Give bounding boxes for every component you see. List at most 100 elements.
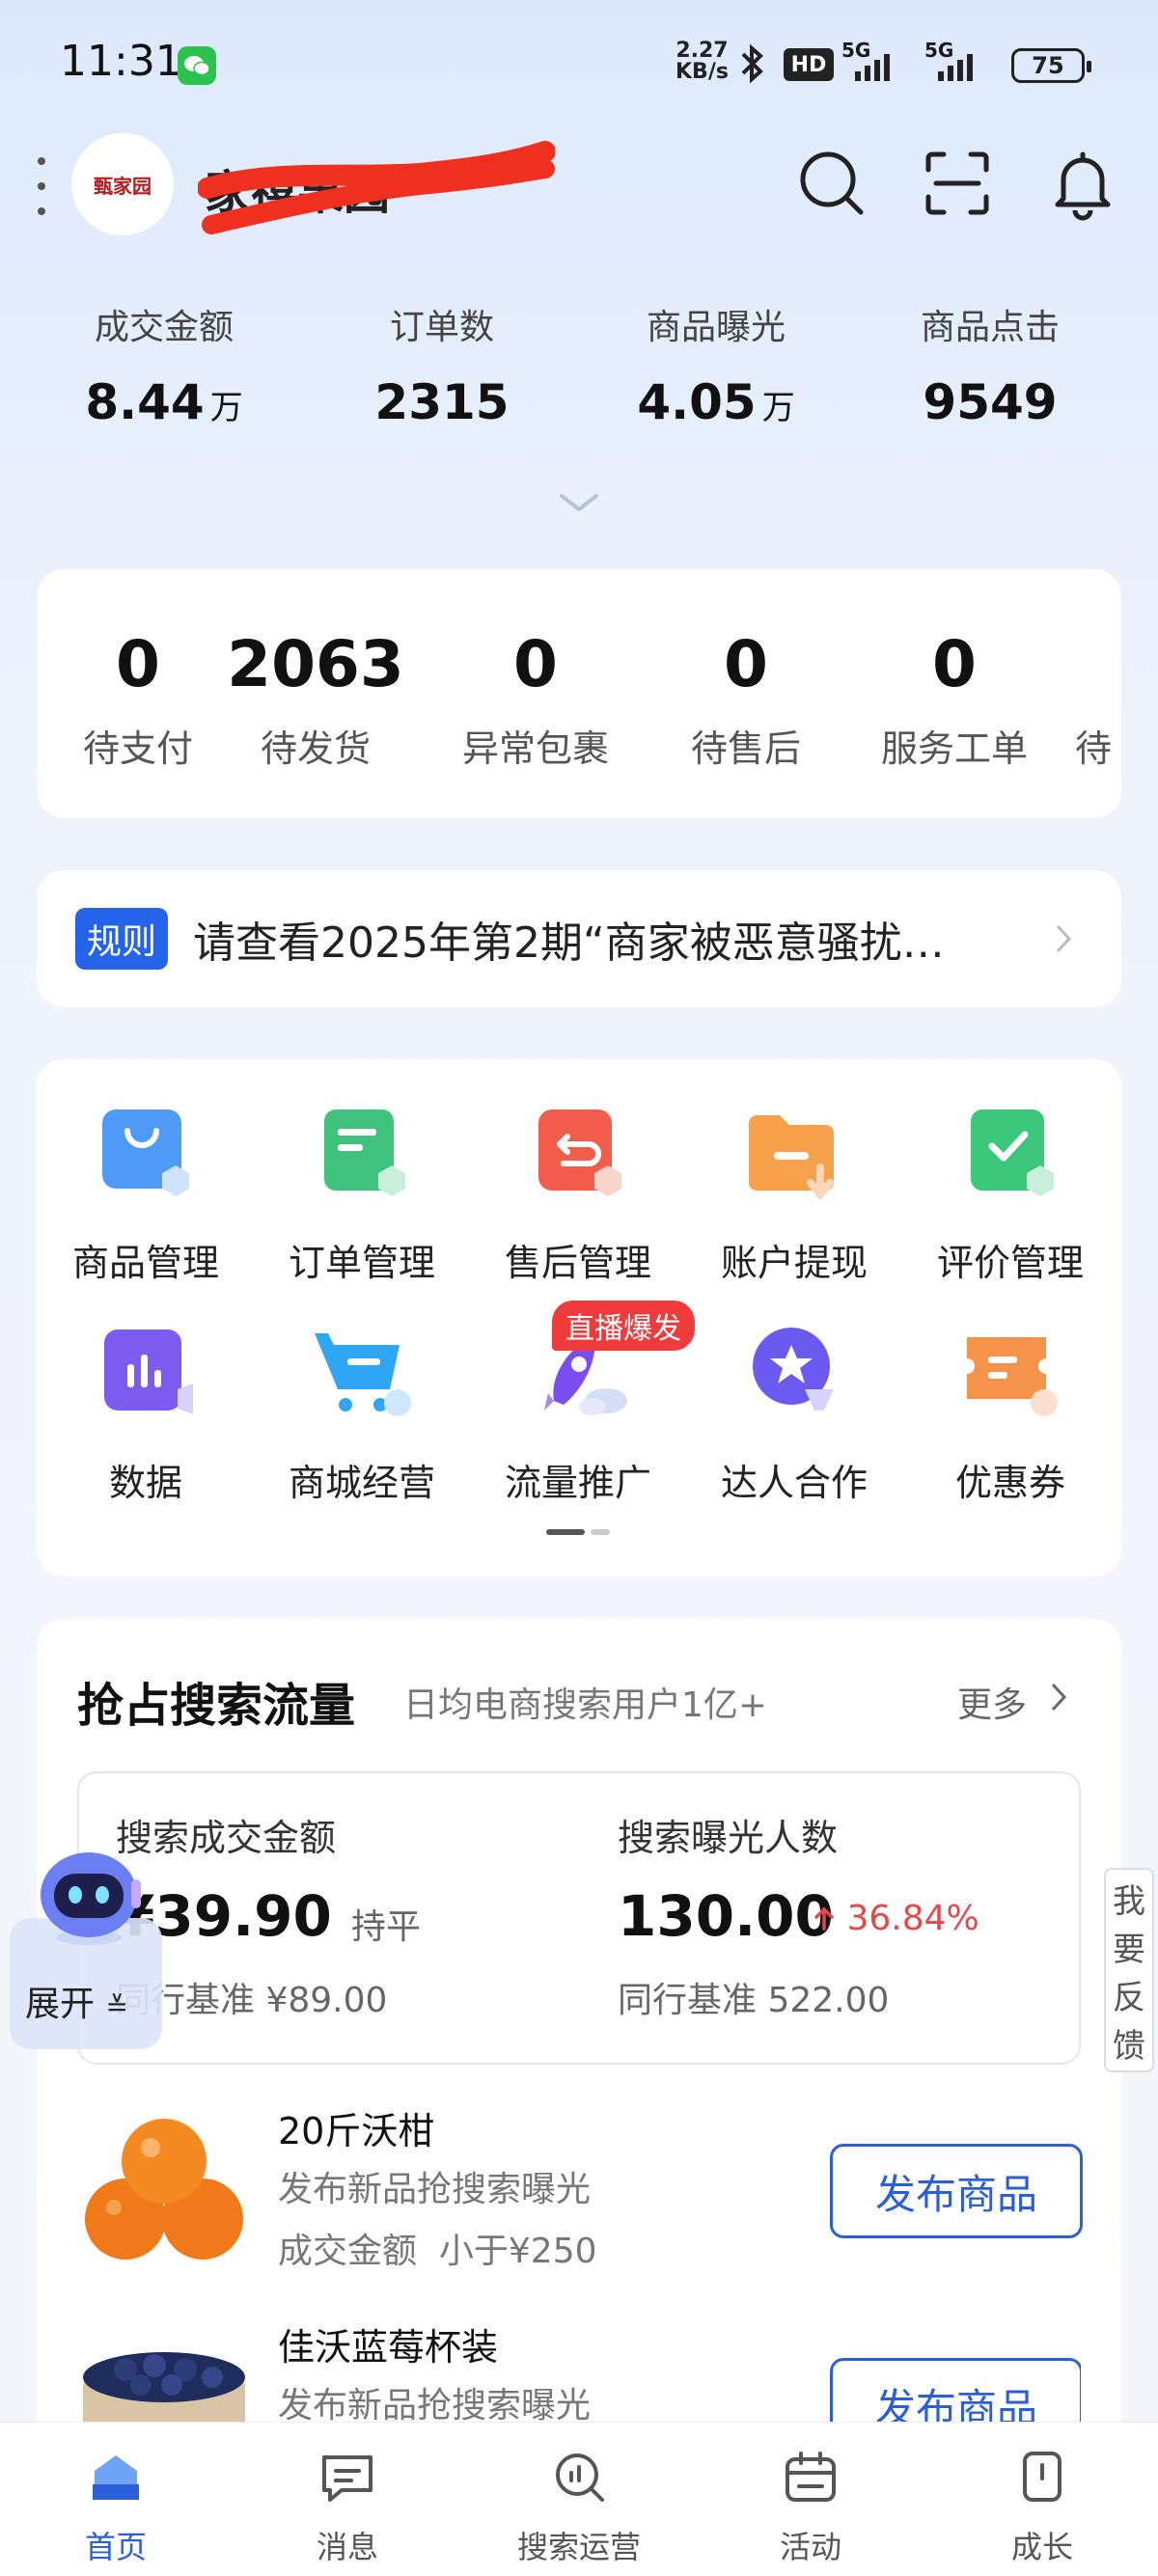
redaction-scribble (198, 141, 555, 234)
blueberry-cup-image (83, 2352, 245, 2422)
stat-gmv[interactable]: 成交金额 8.44 万 (39, 299, 290, 430)
feedback-tab[interactable]: 我要反馈 (1104, 1868, 1154, 2072)
robot-assistant-icon (41, 1852, 141, 1945)
tool-label: 商品管理 (71, 1242, 219, 1284)
wechat-icon (178, 46, 216, 85)
live-hot-badge: 直播爆发 (552, 1301, 695, 1351)
order-status-service-ticket[interactable]: 0 服务工单 (853, 627, 1056, 772)
ai-assistant-widget[interactable]: 展开 ≚ (10, 1841, 162, 2049)
search-ops-icon (556, 2453, 604, 2502)
mall-cart-icon (315, 1333, 411, 1416)
chevron-right-icon[interactable] (1050, 1681, 1067, 1713)
tool-product-management[interactable]: 商品管理 (44, 1102, 247, 1286)
hd-icon: HD (784, 48, 834, 81)
tool-label: 达人合作 (720, 1462, 868, 1504)
more-link[interactable]: 更多 (957, 1677, 1027, 1727)
metric-trend: 持平 (351, 1907, 422, 1947)
tool-label: 评价管理 (936, 1242, 1084, 1284)
order-status-pending-shipment[interactable]: 2063 待发货 (214, 627, 417, 772)
metric-value: 130.00 (618, 1883, 834, 1949)
withdraw-icon (749, 1115, 834, 1201)
chevron-right-icon (1056, 924, 1072, 953)
double-chevron-down-icon: ≚ (105, 1990, 128, 2022)
rule-notice[interactable]: 规则 请查看2025年第2期“商家被恶意骚扰… (37, 870, 1121, 1007)
bell-icon[interactable] (1044, 145, 1121, 222)
metric-label: 搜索曝光人数 (618, 1817, 839, 1859)
home-icon (93, 2455, 139, 2500)
metric-benchmark: 同行基准 522.00 (618, 1981, 890, 2020)
menu-handle-icon[interactable] (37, 157, 46, 215)
tool-review-management[interactable]: 评价管理 (909, 1102, 1112, 1286)
tool-order-management[interactable]: 订单管理 (261, 1102, 463, 1286)
tool-data[interactable]: 数据 (44, 1322, 247, 1506)
growth-icon (1023, 2452, 1062, 2502)
tool-label: 订单管理 (288, 1242, 435, 1284)
product-name: 佳沃蓝莓杯装 (278, 2326, 499, 2369)
stat-value: 2315 (374, 374, 510, 430)
search-section-title: 抢占搜索流量 (77, 1679, 356, 1733)
notice-text: 请查看2025年第2期“商家被恶意骚扰… (193, 918, 945, 968)
search-metrics-box: 搜索成交金额 ¥39.90 持平 同行基准 ¥89.00 搜索曝光人数 130.… (77, 1771, 1081, 2065)
arrow-up-icon (814, 1906, 834, 1931)
status-bar: 11:31 2.27 KB/s HD 5G 5G 75 (0, 0, 1158, 135)
order-management-icon (324, 1110, 405, 1196)
expand-stats-chevron-icon[interactable] (558, 492, 600, 515)
order-status-after-sales[interactable]: 0 待售后 (645, 627, 847, 772)
order-status-more[interactable]: 待 (1075, 627, 1121, 772)
order-status-pending-payment[interactable]: 0 待支付 (37, 627, 239, 772)
stat-label: 订单数 (389, 308, 494, 347)
calendar-icon (786, 2452, 836, 2502)
bluetooth-icon (741, 43, 763, 84)
tool-label: 数据 (108, 1462, 182, 1504)
message-icon (322, 2455, 372, 2502)
publish-product-button[interactable]: 发布商品 (830, 2358, 1081, 2422)
bottom-nav: 首页 消息 搜索运营 活动 成长 (0, 2422, 1158, 2576)
stat-orders[interactable]: 订单数 2315 (317, 299, 567, 430)
tool-after-sales[interactable]: 售后管理 (477, 1102, 679, 1286)
product-row: 佳沃蓝莓杯装 发布新品抢搜索曝光 发布商品 (77, 2316, 1081, 2422)
tool-influencer-cooperation[interactable]: 达人合作 (693, 1322, 896, 1506)
expand-button[interactable]: 展开 ≚ (25, 1976, 128, 2026)
scan-icon[interactable] (919, 145, 996, 222)
rule-tag: 规则 (75, 908, 169, 970)
stat-exposure[interactable]: 商品曝光 4.05 万 (591, 299, 841, 430)
tool-label: 账户提现 (720, 1242, 868, 1284)
tool-account-withdraw[interactable]: 账户提现 (693, 1102, 896, 1286)
order-status-card: 0 待支付 2063 待发货 0 异常包裹 0 待售后 0 服务工单 待 (37, 569, 1121, 818)
product-management-icon (102, 1110, 189, 1196)
coupon-icon (967, 1337, 1058, 1416)
product-hint: 发布新品抢搜索曝光 (278, 2170, 592, 2209)
shop-avatar[interactable]: 甄家园 (71, 133, 174, 235)
product-hint: 发布新品抢搜索曝光 (278, 2386, 592, 2422)
after-sales-icon (538, 1110, 621, 1196)
review-management-icon (971, 1110, 1054, 1196)
stat-value: 4.05 万 (637, 374, 795, 430)
stat-label: 商品曝光 (646, 308, 786, 347)
tools-page-indicator (546, 1521, 616, 1539)
publish-product-button[interactable]: 发布商品 (830, 2144, 1083, 2238)
product-detail: 成交金额 小于¥250 (278, 2232, 597, 2271)
tool-coupon[interactable]: 优惠券 (909, 1322, 1112, 1506)
star-badge-icon (753, 1328, 834, 1411)
nav-home[interactable]: 首页 (19, 2446, 212, 2567)
signal-2-icon: 5G (924, 39, 973, 81)
stat-value: 8.44 万 (85, 374, 243, 430)
metric-change: 36.84% (813, 1899, 979, 1938)
order-status-abnormal-package[interactable]: 0 异常包裹 (434, 627, 637, 772)
search-icon[interactable] (793, 145, 870, 222)
stat-value: 9549 (923, 374, 1058, 430)
tool-mall-operation[interactable]: 商城经营 (261, 1322, 463, 1506)
stat-clicks[interactable]: 商品点击 9549 (865, 299, 1116, 430)
data-icon (104, 1329, 193, 1414)
battery-icon: 75 (1011, 48, 1091, 83)
tool-label: 流量推广 (504, 1462, 651, 1504)
nav-messages[interactable]: 消息 (251, 2446, 444, 2567)
nav-growth[interactable]: 成长 (946, 2446, 1139, 2567)
tool-label: 售后管理 (504, 1242, 651, 1284)
product-row: 20斤沃柑 发布新品抢搜索曝光 成交金额 小于¥250 发布商品 (77, 2099, 1083, 2292)
product-name: 20斤沃柑 (278, 2110, 435, 2152)
nav-search-ops[interactable]: 搜索运营 (482, 2446, 676, 2567)
tool-label: 优惠券 (954, 1462, 1065, 1504)
nav-activity[interactable]: 活动 (714, 2446, 907, 2567)
search-section-subtitle: 日均电商搜索用户1亿+ (403, 1685, 768, 1725)
